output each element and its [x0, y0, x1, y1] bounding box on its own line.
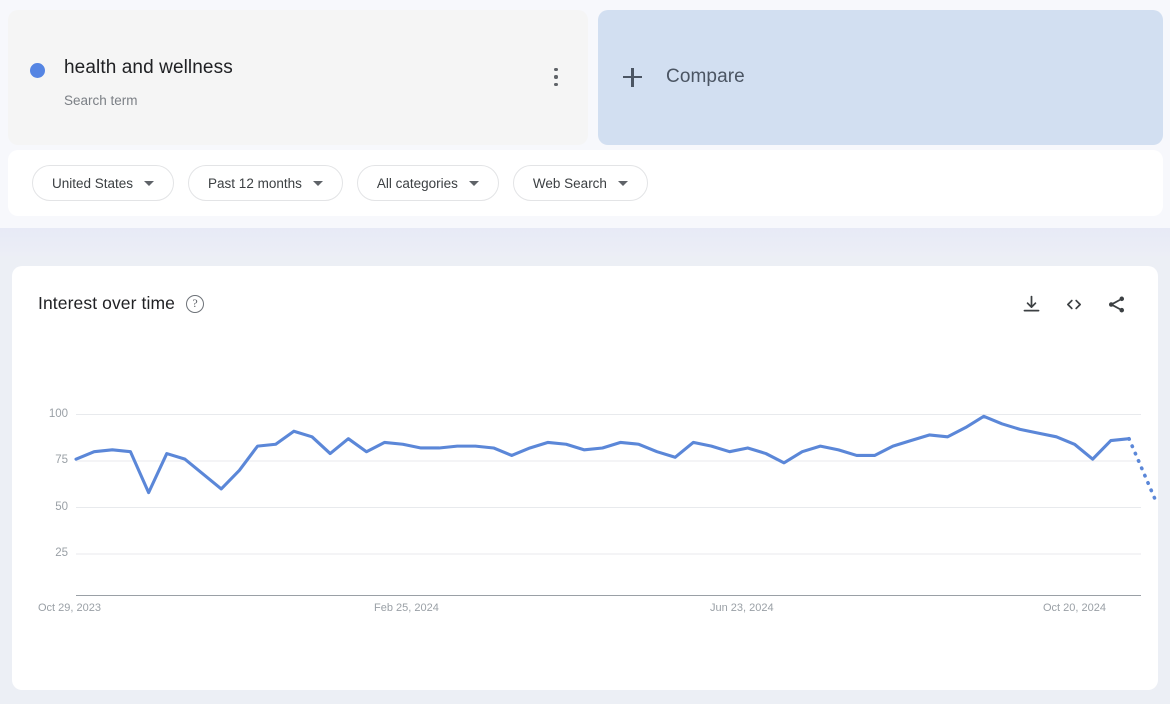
- search-term-card[interactable]: health and wellness Search term: [8, 10, 588, 145]
- chart-plot-svg: [74, 414, 1158, 596]
- compare-inner: Compare: [623, 66, 745, 88]
- filter-region-label: United States: [52, 175, 134, 191]
- kebab-menu-icon[interactable]: [546, 66, 566, 88]
- x-axis-tick-3: Oct 20, 2024: [1043, 602, 1106, 614]
- filter-category-label: All categories: [376, 175, 458, 191]
- kebab-dot: [554, 68, 558, 72]
- x-axis-tick-0: Oct 29, 2023: [38, 602, 101, 614]
- filter-time-range-label: Past 12 months: [208, 175, 302, 191]
- x-axis-tick-1: Feb 25, 2024: [374, 602, 439, 614]
- chevron-down-icon: [468, 180, 479, 186]
- chevron-down-icon: [617, 180, 628, 186]
- x-axis-tick-2: Jun 23, 2024: [710, 602, 774, 614]
- page-background-divider: [0, 228, 1170, 256]
- compare-label: Compare: [666, 66, 745, 87]
- add-comparison-button[interactable]: Compare: [598, 10, 1163, 145]
- interest-over-time-card: Interest over time ? 100 75 50 25 Oct 29…: [12, 266, 1158, 690]
- filter-time-range-dropdown[interactable]: Past 12 months: [188, 165, 343, 201]
- filter-pill-group: United States Past 12 months All categor…: [32, 165, 648, 201]
- kebab-dot: [554, 82, 558, 86]
- plus-icon: [623, 67, 642, 87]
- search-term-name: health and wellness: [64, 57, 233, 78]
- search-term-type: Search term: [64, 93, 138, 108]
- chevron-down-icon: [312, 180, 323, 186]
- filter-search-type-dropdown[interactable]: Web Search: [512, 165, 648, 201]
- series-color-dot: [30, 63, 45, 78]
- filter-region-dropdown[interactable]: United States: [32, 165, 175, 201]
- kebab-dot: [554, 75, 558, 79]
- filter-search-type-label: Web Search: [532, 175, 607, 191]
- filter-category-dropdown[interactable]: All categories: [356, 165, 499, 201]
- search-term-row: health and wellness Search term Compare: [8, 10, 1163, 145]
- chevron-down-icon: [144, 180, 155, 186]
- interest-over-time-chart: 100 75 50 25 Oct 29, 2023 Feb 25, 2024 J…: [12, 266, 1158, 690]
- filter-bar: United States Past 12 months All categor…: [8, 150, 1163, 216]
